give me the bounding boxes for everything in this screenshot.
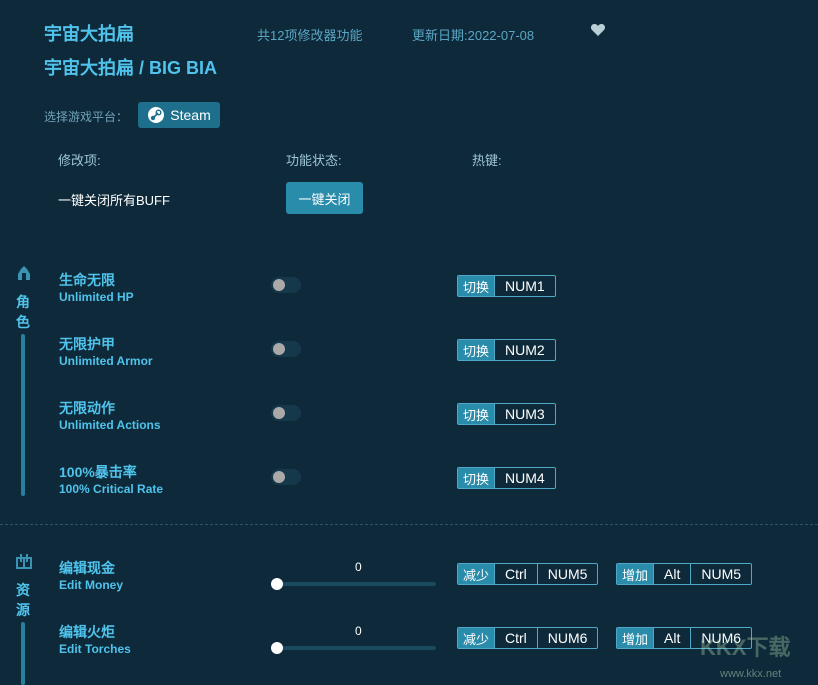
item-edit-money-label-en: Edit Money	[59, 578, 124, 592]
section-divider	[0, 524, 818, 525]
edit-torches-slider-track[interactable]	[276, 646, 436, 650]
close-all-buff-label: 一键关闭所有BUFF	[58, 193, 170, 208]
hotkey-modifier: Ctrl	[494, 564, 537, 584]
close-all-buff-button[interactable]: 一键关闭	[286, 182, 363, 214]
edit-torches-value: 0	[355, 624, 362, 638]
update-date: 更新日期:2022-07-08	[412, 28, 535, 43]
section-resource-char-2: 源	[16, 602, 30, 618]
item-critical-rate-label-en: 100% Critical Rate	[59, 482, 164, 496]
edit-money-slider-handle[interactable]	[271, 578, 283, 590]
hotkey-modifier: Alt	[653, 564, 690, 584]
section-role-char-1: 角	[16, 294, 30, 310]
steam-platform-button[interactable]: Steam	[138, 102, 220, 128]
unlimited-actions-toggle[interactable]	[271, 405, 301, 421]
hotkey-tag: 减少	[458, 564, 495, 584]
hotkey-key: NUM2	[494, 340, 555, 360]
item-unlimited-hp-label-cn: 生命无限	[59, 272, 115, 288]
unlimited-armor-toggle[interactable]	[271, 341, 301, 357]
hotkey-key: NUM5	[690, 564, 751, 584]
unlimited-hp-toggle[interactable]	[271, 277, 301, 293]
character-icon	[18, 266, 30, 280]
item-edit-torches-label-cn: 编辑火炬	[59, 624, 115, 640]
item-unlimited-armor-label-en: Unlimited Armor	[59, 354, 153, 368]
unlimited-hp-hotkey: 切换 NUM1	[457, 275, 556, 297]
unlimited-actions-hotkey: 切换 NUM3	[457, 403, 556, 425]
item-unlimited-armor-label-cn: 无限护甲	[59, 336, 115, 352]
section-role-char-2: 色	[16, 314, 30, 330]
edit-torches-slider-handle[interactable]	[271, 642, 283, 654]
game-title: 宇宙大拍扁	[44, 24, 134, 44]
hotkey-tag: 增加	[617, 628, 654, 648]
hotkey-tag: 切换	[458, 404, 495, 424]
column-header-status: 功能状态:	[286, 153, 342, 168]
steam-icon	[148, 107, 165, 123]
hotkey-key: NUM1	[494, 276, 555, 296]
item-unlimited-actions-label-cn: 无限动作	[59, 400, 115, 416]
section-role-bar	[21, 334, 25, 496]
item-edit-money-label-cn: 编辑现金	[59, 560, 115, 576]
edit-money-slider-track[interactable]	[276, 582, 436, 586]
hotkey-tag: 增加	[617, 564, 654, 584]
hotkey-tag: 切换	[458, 276, 495, 296]
unlimited-armor-hotkey: 切换 NUM2	[457, 339, 556, 361]
hotkey-key: NUM5	[536, 564, 598, 584]
favorite-heart-icon[interactable]	[590, 22, 606, 38]
edit-torches-decrease-hotkey: 减少 Ctrl NUM6	[457, 627, 599, 649]
watermark-url: www.kkx.net	[720, 668, 782, 680]
hotkey-modifier: Alt	[653, 628, 690, 648]
item-unlimited-actions-label-en: Unlimited Actions	[59, 418, 161, 432]
hotkey-key: NUM6	[536, 628, 598, 648]
critical-rate-toggle[interactable]	[271, 469, 301, 485]
hotkey-key: NUM3	[494, 404, 555, 424]
column-header-hotkey: 热键:	[472, 153, 502, 168]
hotkey-tag: 切换	[458, 468, 495, 488]
edit-money-decrease-hotkey: 减少 Ctrl NUM5	[457, 563, 599, 585]
edit-money-increase-hotkey: 增加 Alt NUM5	[616, 563, 753, 585]
column-header-item: 修改项:	[58, 153, 101, 168]
section-resource-bar	[21, 622, 25, 685]
resource-icon	[16, 554, 32, 569]
hotkey-modifier: Ctrl	[494, 628, 537, 648]
item-critical-rate-label-cn: 100%暴击率	[59, 464, 137, 480]
watermark-logo: KKX下载	[700, 635, 791, 660]
item-edit-torches-label-en: Edit Torches	[59, 642, 131, 656]
critical-rate-hotkey: 切换 NUM4	[457, 467, 556, 489]
hotkey-key: NUM4	[494, 468, 555, 488]
hotkey-tag: 减少	[458, 628, 495, 648]
steam-label: Steam	[170, 107, 211, 123]
platform-label: 选择游戏平台：	[44, 110, 129, 124]
edit-money-value: 0	[355, 560, 362, 574]
section-resource-char-1: 资	[16, 582, 30, 598]
hotkey-tag: 切换	[458, 340, 495, 360]
game-full-title: 宇宙大拍扁 / BIG BIA	[44, 58, 218, 78]
feature-count: 共12项修改器功能	[257, 28, 363, 43]
item-unlimited-hp-label-en: Unlimited HP	[59, 290, 134, 304]
